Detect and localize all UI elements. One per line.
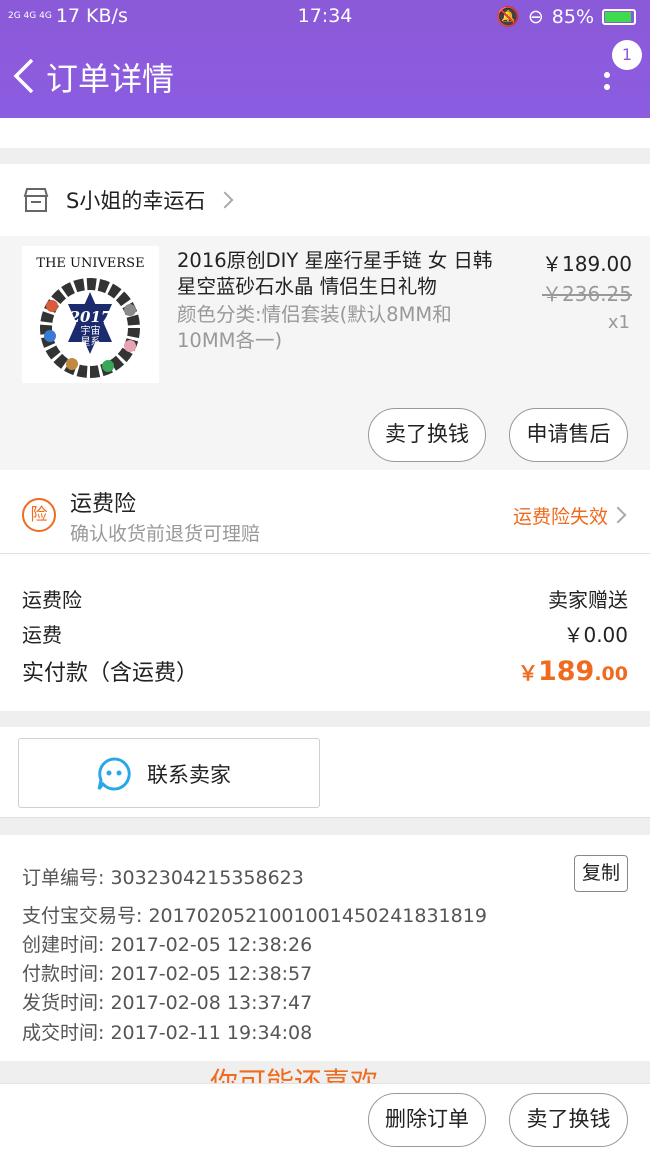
battery-percent: 85% (551, 5, 594, 28)
recommendations-heading: 你可能还喜欢 (210, 1068, 450, 1083)
nav-bar: 订单详情 1 (0, 34, 650, 118)
chevron-right-icon (216, 191, 234, 209)
fee-label: 运费险 (22, 588, 82, 612)
product-price: ￥189.00 (542, 252, 632, 276)
created-time: 创建时间: 2017-02-05 12:38:26 (22, 934, 313, 956)
insurance-status[interactable]: 运费险失效 (513, 502, 608, 529)
back-button[interactable] (10, 56, 40, 96)
order-number: 订单编号: 3032304215358623 (22, 867, 304, 889)
product-title: 2016原创DIY 星座行星手链 女 日韩星空蓝砂石水晶 情侣生日礼物 (177, 249, 493, 298)
lock-rotation-icon: ⊖ (527, 5, 544, 28)
product-image[interactable]: THE UNIVERSE 2017 宇宙 星系 (22, 246, 159, 383)
notification-badge: 1 (612, 40, 642, 70)
fee-value: 卖家赠送 (548, 588, 628, 612)
order-item[interactable]: THE UNIVERSE 2017 宇宙 星系 2016原创DIY 星座行星手链… (0, 236, 650, 470)
fee-value: ￥0.00 (563, 623, 628, 647)
paid-time: 付款时间: 2017-02-05 12:38:57 (22, 963, 313, 985)
chevron-left-icon (13, 58, 34, 94)
shop-row[interactable]: S小姐的幸运石 (0, 164, 650, 236)
product-quantity: x1 (607, 312, 630, 333)
recommendations-title: 你可能还喜欢 (210, 1068, 378, 1083)
shipped-time: 发货时间: 2017-02-08 13:37:47 (22, 992, 313, 1014)
total-value: ￥189.00 (517, 656, 628, 687)
footer-resell-button[interactable]: 卖了换钱 (509, 1093, 628, 1147)
contact-seller-button[interactable]: 联系卖家 (18, 738, 320, 808)
delete-order-button[interactable]: 删除订单 (368, 1093, 486, 1147)
insurance-fee-row: 运费险 卖家赠送 (22, 584, 628, 613)
insurance-subtitle: 确认收货前退货可理赔 (70, 523, 261, 545)
completed-time: 成交时间: 2017-02-11 19:34:08 (22, 1022, 313, 1044)
status-bar: 2G 4G 4G 17 KB/s 17:34 🔕 ⊖ 85% (0, 0, 650, 34)
insurance-icon: 险 (22, 498, 56, 532)
product-sku: 颜色分类:情侣套装(默认8MM和10MM各一) (177, 303, 452, 352)
contact-seller-label: 联系卖家 (147, 763, 231, 787)
mute-icon: 🔕 (496, 6, 520, 28)
clipped-section (0, 118, 650, 148)
original-price: ￥236.25 (542, 282, 632, 306)
resell-button[interactable]: 卖了换钱 (368, 408, 486, 462)
battery-icon (602, 8, 636, 25)
fee-label: 运费 (22, 623, 62, 647)
copy-button[interactable]: 复制 (574, 855, 628, 892)
after-sale-button[interactable]: 申请售后 (509, 408, 628, 462)
shop-name: S小姐的幸运石 (66, 189, 206, 213)
store-icon (23, 188, 49, 212)
alipay-trade-number: 支付宝交易号: 2017020521001001450241831819 (22, 905, 487, 927)
shipping-fee-row: 运费 ￥0.00 (22, 619, 628, 648)
total-row: 实付款（含运费） ￥189.00 (22, 655, 628, 687)
footer-bar: 删除订单 卖了换钱 (0, 1083, 650, 1155)
page-title: 订单详情 (46, 60, 175, 98)
chat-bubble-icon (97, 757, 131, 791)
total-label: 实付款（含运费） (22, 661, 199, 686)
insurance-title: 运费险 (70, 492, 137, 517)
